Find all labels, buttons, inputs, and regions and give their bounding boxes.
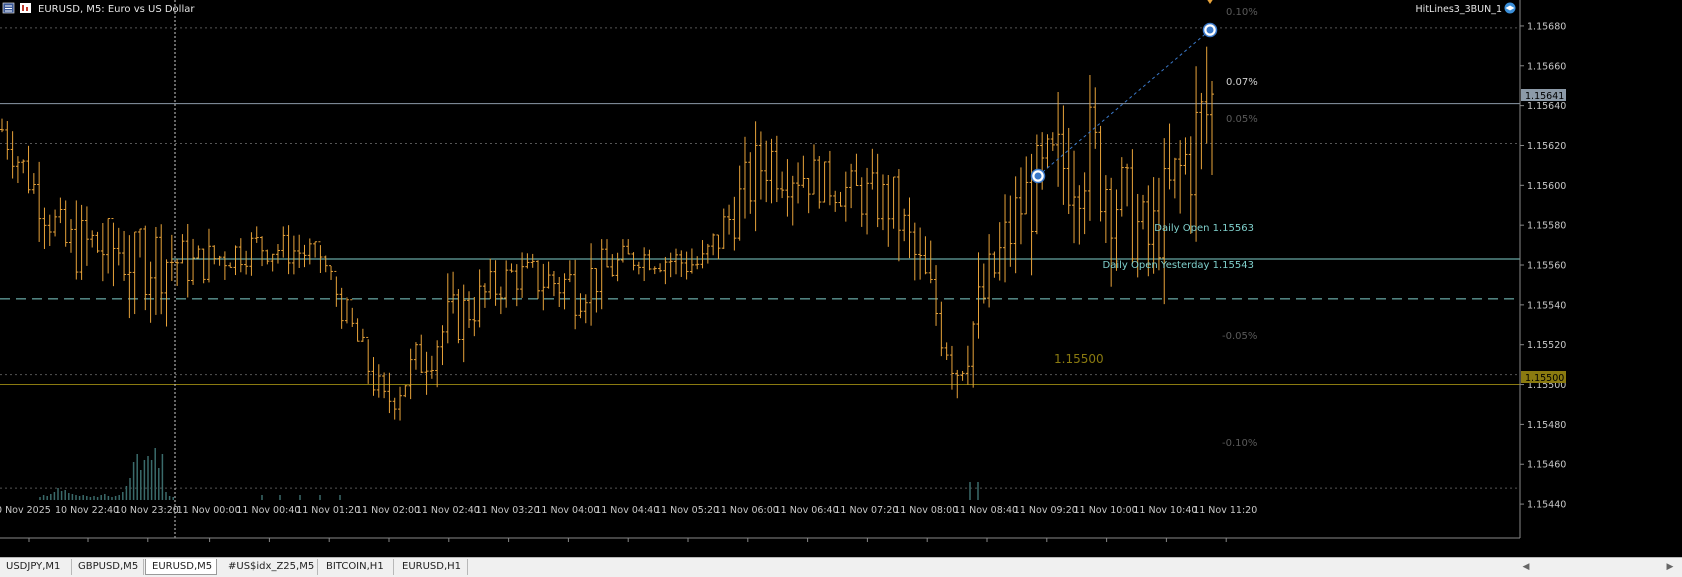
pct-plus-007-label: 0.07% (1226, 77, 1258, 88)
tab-bitcoin-h1[interactable]: BITCOIN,H1 (320, 559, 394, 575)
time-tick-label: 11 Nov 10:40 (1133, 505, 1197, 516)
price-tick-label: 1.15600 (1527, 181, 1566, 192)
time-tick-label: 11 Nov 00:40 (236, 505, 300, 516)
time-tick-label: 11 Nov 08:00 (894, 505, 958, 516)
time-tick-label: 11 Nov 05:20 (655, 505, 719, 516)
menu-icon[interactable] (2, 2, 15, 14)
tab-scroll-right-icon[interactable]: ▶ (1664, 561, 1676, 573)
price-tick-label: 1.15680 (1527, 21, 1566, 32)
time-tick-label: 11 Nov 08:40 (954, 505, 1018, 516)
price-tick-label: 1.15480 (1527, 420, 1566, 431)
tab-scroll-left-icon[interactable]: ◀ (1520, 561, 1532, 573)
time-tick-label: 11 Nov 04:40 (595, 505, 659, 516)
yesterday-open-label: Daily Open Yesterday 1.15543 (1103, 260, 1254, 271)
time-tick-label: 11 Nov 09:20 (1014, 505, 1078, 516)
pct-plus-005-label: 0.05% (1226, 114, 1258, 125)
time-tick-label: 11 Nov 03:20 (476, 505, 540, 516)
symbol-title: EURUSD, M5: Euro vs US Dollar (38, 4, 195, 15)
time-tick-label: 11 Nov 01:20 (296, 505, 360, 516)
price-tick-label: 1.15540 (1527, 300, 1566, 311)
time-tick-label: 11 Nov 02:00 (356, 505, 420, 516)
tab-usidx-z25-m5[interactable]: #US$idx_Z25,M5 (222, 559, 318, 575)
chart-tab-bar: USDJPY,M1 GBPUSD,M5 EURUSD,M5 #US$idx_Z2… (0, 557, 1682, 577)
pct-minus-010-label: -0.10% (1222, 438, 1257, 449)
level-price-label: 1.15500 (1525, 373, 1564, 384)
anchor-marker-icon[interactable] (1202, 22, 1218, 38)
price-tick-label: 1.15640 (1527, 101, 1566, 112)
tab-eurusd-m5[interactable]: EURUSD,M5 (145, 559, 217, 575)
price-tick-label: 1.15520 (1527, 340, 1566, 351)
time-tick-label: 11 Nov 11:20 (1193, 505, 1257, 516)
current-price-label: 1.15641 (1525, 91, 1564, 102)
price-tick-label: 1.15620 (1527, 141, 1566, 152)
price-chart[interactable]: 1.15680 1.15660 1.15640 1.15620 1.15600 1.155… (0, 0, 1682, 557)
time-tick-label: 11 Nov 00:00 (177, 505, 241, 516)
time-tick-label: 11 Nov 04:00 (535, 505, 599, 516)
price-tick-label: 1.15440 (1527, 500, 1566, 511)
pct-minus-005-label: -0.05% (1222, 331, 1257, 342)
time-tick-label: 11 Nov 07:20 (834, 505, 898, 516)
time-tick-label: 11 Nov 06:00 (715, 505, 779, 516)
time-tick-label: 11 Nov 06:40 (775, 505, 839, 516)
chart-background (0, 0, 1682, 557)
tab-gbpusd-m5[interactable]: GBPUSD,M5 (72, 559, 144, 575)
time-tick-label: 10 Nov 22:40 (55, 505, 119, 516)
anchor-marker-icon[interactable] (1030, 168, 1046, 184)
chart-type-icon[interactable] (20, 3, 31, 13)
tab-usdjpy-m1[interactable]: USDJPY,M1 (0, 559, 72, 575)
time-tick-label: 11 Nov 10:00 (1074, 505, 1138, 516)
round-level-label: 1.15500 (1054, 352, 1104, 366)
daily-open-label: Daily Open 1.15563 (1154, 223, 1254, 234)
price-tick-label: 1.15580 (1527, 221, 1566, 232)
pct-plus-010-label: 0.10% (1226, 7, 1258, 18)
tab-eurusd-h1[interactable]: EURUSD,H1 (396, 559, 468, 575)
price-tick-label: 1.15660 (1527, 61, 1566, 72)
time-tick-label: 0 Nov 2025 (0, 505, 51, 516)
price-tick-label: 1.15460 (1527, 460, 1566, 471)
price-tick-label: 1.15560 (1527, 261, 1566, 272)
time-tick-label: 11 Nov 02:40 (416, 505, 480, 516)
graduation-cap-icon[interactable] (1504, 2, 1516, 14)
time-tick-label: 10 Nov 23:20 (115, 505, 179, 516)
indicator-name: HitLines3_3BUN_1 (1416, 4, 1502, 15)
